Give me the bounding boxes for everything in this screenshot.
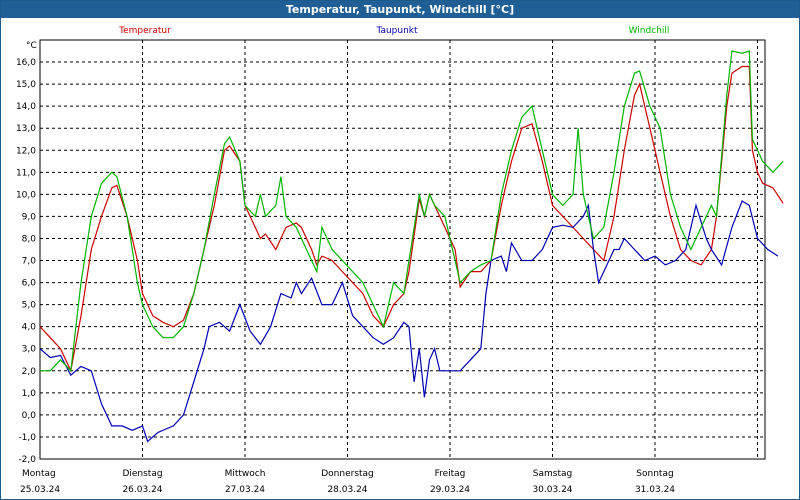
y-tick-label: 13,0 [16, 124, 36, 134]
x-tick-date: 25.03.24 [20, 485, 60, 495]
x-tick-day: Mittwoch [225, 469, 266, 479]
y-tick-label: 14,0 [16, 102, 36, 112]
y-tick-label: 1,0 [22, 389, 37, 399]
y-tick-label: 12,0 [16, 146, 36, 156]
y-tick-label: 3,0 [22, 345, 37, 355]
y-tick-label: -1,0 [18, 433, 36, 443]
y-tick-label: 5,0 [22, 301, 37, 311]
y-tick-label: 6,0 [22, 279, 37, 289]
x-tick-date: 30.03.24 [532, 485, 572, 495]
y-tick-label: 8,0 [22, 234, 37, 244]
y-tick-label: 11,0 [16, 168, 36, 178]
x-tick-date: 27.03.24 [225, 485, 265, 495]
y-tick-label: 4,0 [22, 323, 37, 333]
x-axis-ticks: Montag 25.03.24 Dienstag 26.03.24 Mittwoch 27… [20, 469, 675, 495]
y-tick-label: 9,0 [22, 212, 37, 222]
y-tick-label: 2,0 [22, 367, 37, 377]
y-unit-label: °C [26, 41, 37, 51]
legend-taupunkt: Taupunkt [375, 26, 418, 36]
y-axis-ticks: -2,0 -1,0 0,0 1,0 2,0 3,0 4,0 5,0 6,0 7,0 8,0 9,0 10… [16, 58, 36, 465]
x-tick-day: Montag [22, 469, 56, 479]
x-tick-date: 28.03.24 [327, 485, 367, 495]
y-tick-label: 15,0 [16, 80, 36, 90]
x-tick-day: Freitag [435, 469, 466, 479]
chart-svg: -2,0 -1,0 0,0 1,0 2,0 3,0 4,0 5,0 6,0 7,0 8,0 9,0 10… [16, 26, 784, 495]
y-tick-label: -2,0 [18, 455, 36, 465]
y-tick-label: 16,0 [16, 58, 36, 68]
x-tick-day: Dienstag [122, 469, 162, 479]
x-tick-date: 26.03.24 [122, 485, 162, 495]
x-tick-date: 31.03.24 [635, 485, 675, 495]
x-tick-day: Sonntag [636, 469, 673, 479]
x-tick-day: Donnerstag [321, 469, 374, 479]
y-tick-label: 0,0 [22, 411, 37, 421]
y-tick-label: 7,0 [22, 257, 37, 267]
x-tick-day: Samstag [533, 469, 572, 479]
legend: Temperatur Taupunkt Windchill [118, 26, 669, 36]
x-tick-date: 29.03.24 [430, 485, 470, 495]
plot-area [39, 39, 766, 460]
legend-windchill: Windchill [629, 26, 670, 36]
y-tick-label: 10,0 [16, 190, 36, 200]
legend-temperatur: Temperatur [118, 26, 171, 36]
